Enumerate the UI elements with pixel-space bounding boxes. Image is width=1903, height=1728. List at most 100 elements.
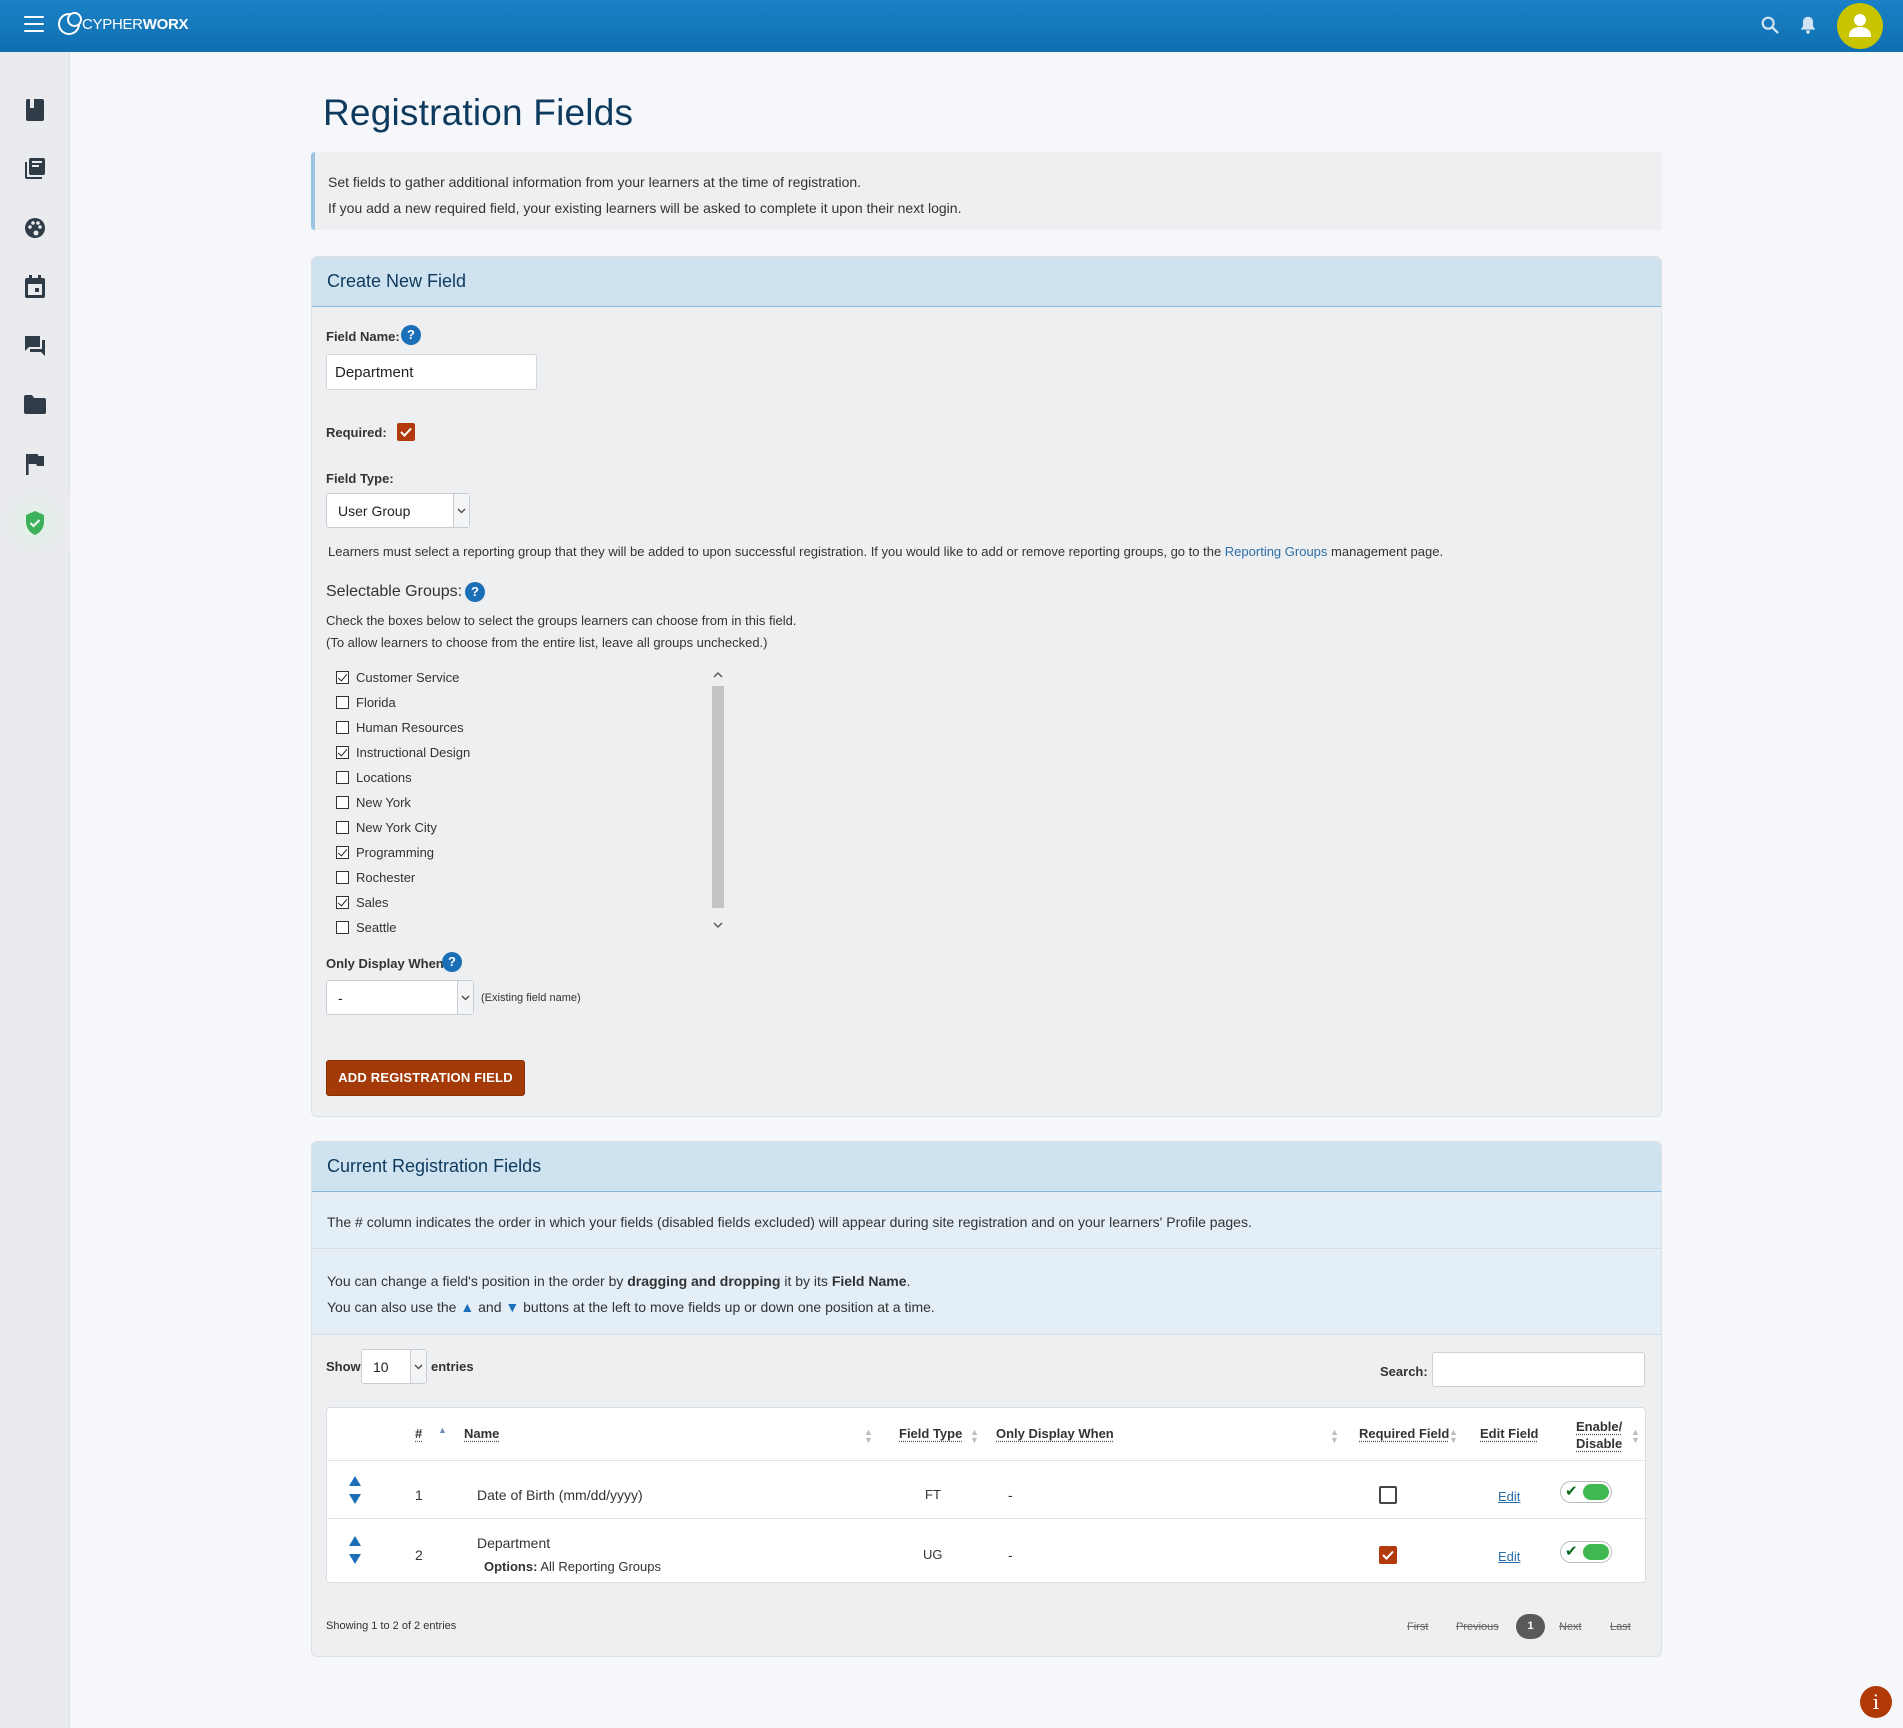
menu-icon[interactable] xyxy=(24,16,44,32)
pager-previous[interactable]: Previous xyxy=(1456,1621,1499,1633)
required-field-checkbox[interactable] xyxy=(1379,1546,1397,1564)
sidebar-item-calendar[interactable] xyxy=(0,258,70,316)
column-header-only-display[interactable]: Only Display When xyxy=(996,1426,1114,1441)
search-icon[interactable] xyxy=(1759,14,1781,36)
group-option[interactable]: Instructional Design xyxy=(336,743,470,761)
field-type-label: Field Type: xyxy=(326,471,394,486)
move-up-down-icon[interactable] xyxy=(347,1535,363,1565)
row-name[interactable]: Department xyxy=(477,1535,550,1551)
sort-icon[interactable]: ▲ ▼ xyxy=(1449,1428,1458,1445)
sidebar-item-files[interactable] xyxy=(0,376,70,434)
required-field-checkbox[interactable] xyxy=(1379,1486,1397,1504)
group-checkbox[interactable] xyxy=(336,795,349,809)
required-label: Required: xyxy=(326,425,387,440)
edit-field-link[interactable]: Edit xyxy=(1498,1489,1520,1504)
group-label: Customer Service xyxy=(356,669,460,685)
move-up-down-icon[interactable] xyxy=(347,1475,363,1505)
calendar-icon xyxy=(25,275,45,298)
sidebar-item-courses[interactable] xyxy=(0,81,70,139)
groups-scrollbar[interactable] xyxy=(710,668,726,936)
pager-first[interactable]: First xyxy=(1407,1621,1428,1633)
sidebar-item-reports[interactable] xyxy=(0,435,70,493)
edit-field-link[interactable]: Edit xyxy=(1498,1549,1520,1564)
info-icon[interactable]: i xyxy=(1860,1686,1892,1718)
entries-per-page-select[interactable]: 10 xyxy=(361,1349,427,1384)
showing-entries-info: Showing 1 to 2 of 2 entries xyxy=(326,1620,457,1632)
field-type-note-text: Learners must select a reporting group t… xyxy=(328,544,1225,559)
group-option[interactable]: Programming xyxy=(336,843,434,861)
check-icon: ✔ xyxy=(1565,1483,1578,1500)
group-option[interactable]: Rochester xyxy=(336,868,415,886)
page-title: Registration Fields xyxy=(323,92,634,133)
up-triangle-icon: ▲ xyxy=(460,1299,475,1315)
group-checkbox[interactable] xyxy=(336,920,349,934)
reporting-groups-link[interactable]: Reporting Groups xyxy=(1225,544,1328,559)
scroll-down-icon[interactable] xyxy=(713,921,723,929)
group-label: Instructional Design xyxy=(356,744,471,760)
group-checkbox[interactable] xyxy=(336,745,349,759)
group-checkbox[interactable] xyxy=(336,695,349,709)
group-checkbox[interactable] xyxy=(336,670,349,684)
group-checkbox[interactable] xyxy=(336,770,349,784)
group-option[interactable]: Human Resources xyxy=(336,718,464,736)
sidebar-item-discussions[interactable] xyxy=(0,317,70,375)
group-option[interactable]: Sales xyxy=(336,893,389,911)
user-avatar[interactable] xyxy=(1837,3,1883,49)
sort-icon[interactable]: ▲ ▼ xyxy=(970,1428,979,1445)
group-checkbox[interactable] xyxy=(336,870,349,884)
create-field-header: Create New Field xyxy=(312,257,1661,307)
only-display-select[interactable]: - xyxy=(326,980,474,1015)
notifications-bell-icon[interactable] xyxy=(1797,14,1819,36)
enable-toggle[interactable]: ✔ xyxy=(1560,1481,1612,1503)
scrollbar-thumb[interactable] xyxy=(712,686,724,908)
field-type-select[interactable]: User Group xyxy=(326,493,470,528)
enable-toggle[interactable]: ✔ xyxy=(1560,1541,1612,1563)
field-name-label: Field Name: xyxy=(326,329,400,344)
selectable-groups-list[interactable]: Customer Service Florida Human Resources In… xyxy=(336,668,726,936)
search-label: Search: xyxy=(1380,1364,1428,1379)
group-checkbox[interactable] xyxy=(336,720,349,734)
column-header-field-type[interactable]: Field Type xyxy=(899,1426,962,1441)
logo-text-part2: WORX xyxy=(142,15,189,33)
app-logo[interactable]: CYPHER WORX xyxy=(58,12,189,35)
scroll-up-icon[interactable] xyxy=(713,671,723,679)
pager-page-1[interactable]: 1 xyxy=(1516,1614,1545,1639)
group-option[interactable]: Florida xyxy=(336,693,396,711)
sort-icon[interactable]: ▲ ▼ xyxy=(864,1428,873,1445)
group-option[interactable]: Customer Service xyxy=(336,668,459,686)
group-checkbox[interactable] xyxy=(336,845,349,859)
row-name[interactable]: Date of Birth (mm/dd/yyyy) xyxy=(477,1487,643,1503)
field-type-value: User Group xyxy=(338,502,411,519)
column-header-enable-disable[interactable]: Enable/Disable xyxy=(1576,1418,1622,1452)
group-option[interactable]: New York City xyxy=(336,818,437,836)
sort-icon[interactable]: ▲ ▼ xyxy=(1330,1428,1339,1445)
search-input[interactable] xyxy=(1432,1352,1645,1387)
group-option[interactable]: Seattle xyxy=(336,918,396,936)
column-header-name[interactable]: Name xyxy=(464,1426,499,1441)
column-header-required[interactable]: Required Field xyxy=(1359,1426,1449,1441)
sort-ascending-icon[interactable]: ▲ xyxy=(438,1426,447,1435)
group-checkbox[interactable] xyxy=(336,895,349,909)
registration-fields-table: # ▲ Name ▲ ▼ Field Type ▲ ▼ Only Display W… xyxy=(326,1407,1646,1583)
sidebar xyxy=(0,52,70,1728)
group-option[interactable]: New York xyxy=(336,793,411,811)
field-name-help-icon[interactable]: ? xyxy=(401,325,421,345)
pager-last[interactable]: Last xyxy=(1610,1621,1631,1633)
group-option[interactable]: Locations xyxy=(336,768,412,786)
column-header-number[interactable]: # xyxy=(415,1426,422,1441)
row-divider xyxy=(327,1518,1645,1519)
add-registration-field-button[interactable]: ADD REGISTRATION FIELD xyxy=(326,1060,525,1096)
down-triangle-icon: ▼ xyxy=(505,1299,520,1315)
sidebar-item-admin[interactable] xyxy=(0,494,70,552)
sidebar-item-library[interactable] xyxy=(0,140,70,198)
selectable-groups-help-icon[interactable]: ? xyxy=(465,582,485,602)
pager-next[interactable]: Next xyxy=(1559,1621,1582,1633)
required-checkbox[interactable] xyxy=(397,423,415,441)
field-name-input[interactable]: Department xyxy=(326,354,537,390)
field-type-note: Learners must select a reporting group t… xyxy=(328,544,1443,559)
folder-icon xyxy=(24,395,46,414)
group-checkbox[interactable] xyxy=(336,820,349,834)
sort-icon[interactable]: ▲ ▼ xyxy=(1631,1428,1640,1445)
only-display-help-icon[interactable]: ? xyxy=(442,952,462,972)
sidebar-item-themes[interactable] xyxy=(0,199,70,257)
